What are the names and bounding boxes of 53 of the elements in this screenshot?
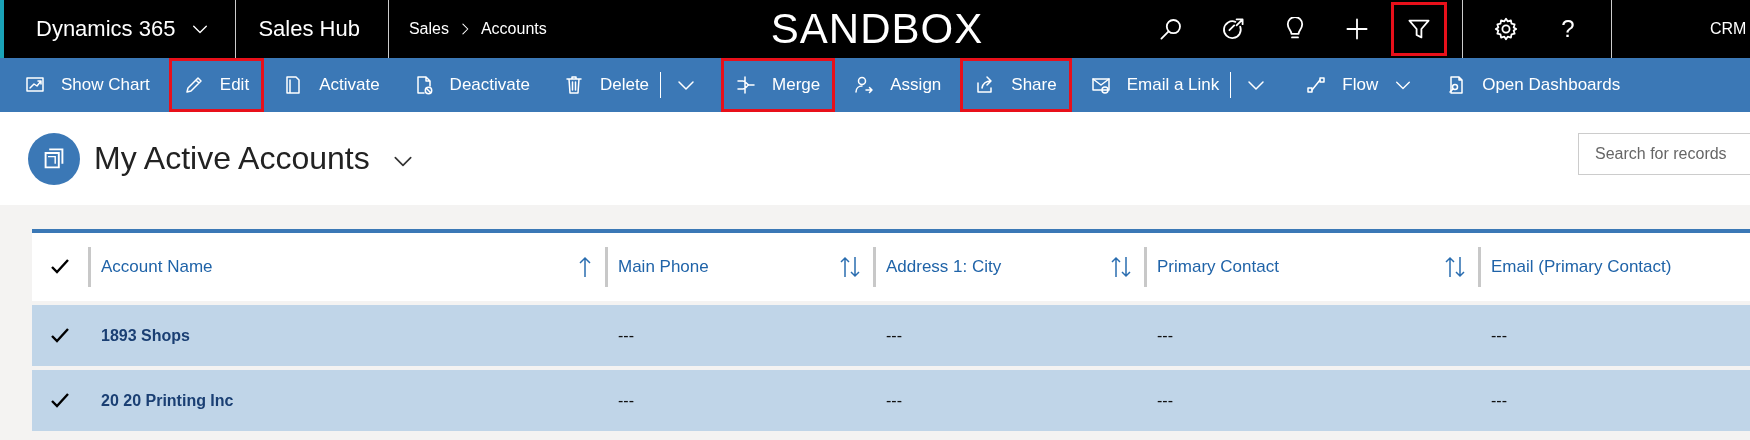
column-header[interactable]: Primary Contact xyxy=(1157,257,1279,277)
column-header[interactable]: Email (Primary Contact) xyxy=(1491,257,1672,277)
merge-icon xyxy=(736,75,757,95)
command-button[interactable]: Edit xyxy=(168,58,265,112)
sort-ascending-icon[interactable] xyxy=(577,256,593,278)
trash-icon xyxy=(563,75,584,95)
command-button[interactable]: Show Chart xyxy=(10,58,165,112)
sort-icon[interactable] xyxy=(1444,256,1466,278)
table-cell: --- xyxy=(1491,326,1507,344)
command-button[interactable]: Deactivate xyxy=(398,58,545,112)
command-button[interactable]: Flow xyxy=(1291,58,1428,112)
sort-icon[interactable] xyxy=(839,256,861,278)
command-button[interactable]: Email a Link xyxy=(1075,58,1235,112)
settings-icon xyxy=(1494,17,1518,41)
breadcrumb-link[interactable]: Accounts xyxy=(480,20,547,38)
plus-icon xyxy=(1345,17,1369,41)
sort-icon[interactable] xyxy=(1110,256,1132,278)
command-button[interactable]: Activate xyxy=(268,58,395,112)
column-header[interactable]: Address 1: City xyxy=(886,257,1002,277)
view-title: My Active Accounts xyxy=(94,140,370,177)
table-cell: --- xyxy=(618,391,634,409)
user-name[interactable]: CRM xyxy=(1624,20,1750,38)
table-cell: --- xyxy=(886,326,902,344)
table-cell: --- xyxy=(886,391,902,409)
flow-icon xyxy=(1306,75,1327,95)
search-field[interactable]: Search for records xyxy=(1578,132,1750,175)
help-button[interactable]: ? xyxy=(1540,2,1596,56)
table-cell: --- xyxy=(1157,391,1173,409)
command-button[interactable]: Share xyxy=(960,58,1072,112)
command-button[interactable]: Merge xyxy=(721,58,836,112)
command-button[interactable]: Delete xyxy=(548,58,665,112)
account-link[interactable]: 1893 Shops xyxy=(101,326,190,344)
entity-icon xyxy=(28,132,80,185)
table-cell: --- xyxy=(1157,326,1173,344)
search-icon xyxy=(1159,17,1183,41)
environment-title: SANDBOX xyxy=(770,5,984,53)
person-icon xyxy=(854,75,875,95)
table-cell: --- xyxy=(618,326,634,344)
table-row[interactable]: 20 20 Printing Inc --- --- --- --- xyxy=(32,370,1750,431)
envelope-icon xyxy=(1090,75,1111,95)
column-header[interactable]: Main Phone xyxy=(618,257,709,277)
table-row[interactable]: 1893 Shops --- --- --- --- xyxy=(32,305,1750,366)
pencil-icon xyxy=(183,75,204,95)
column-header[interactable]: Account Name xyxy=(101,257,213,277)
account-link[interactable]: 20 20 Printing Inc xyxy=(101,391,234,409)
target-icon xyxy=(1221,17,1245,41)
filter-button[interactable] xyxy=(1391,2,1447,56)
command-button[interactable]: Assign xyxy=(839,58,957,112)
table-cell: --- xyxy=(1491,391,1507,409)
command-button[interactable]: Open Dashboards xyxy=(1431,58,1636,112)
breadcrumb-link[interactable]: Sales xyxy=(408,20,449,38)
chart-icon xyxy=(25,75,45,95)
filter-icon xyxy=(1407,17,1431,41)
